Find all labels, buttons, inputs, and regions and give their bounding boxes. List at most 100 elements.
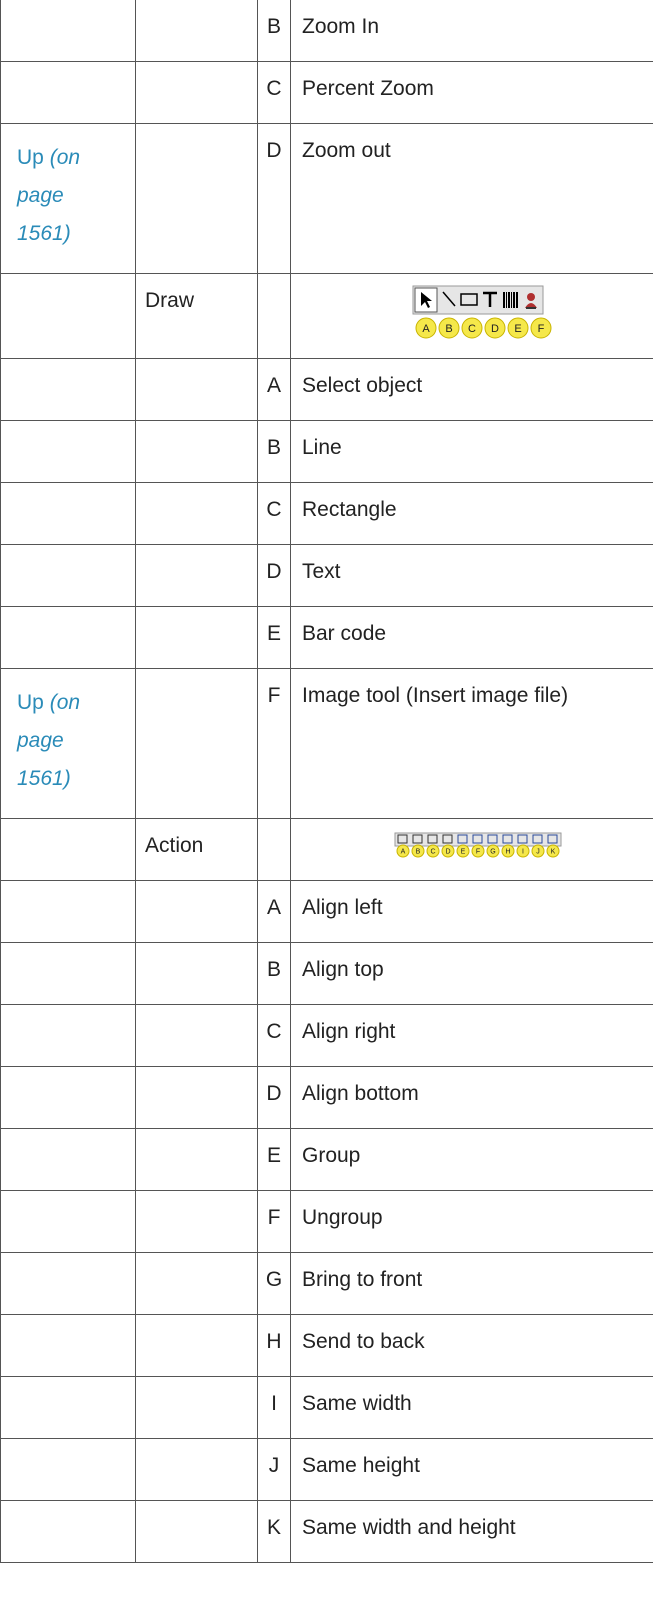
item-description: Image tool (Insert image file) [302, 684, 569, 707]
action-badges: A B C D E F G H I J K [396, 844, 559, 858]
col-section [136, 943, 258, 1004]
col-up [0, 545, 136, 606]
col-up [0, 1005, 136, 1066]
col-section [136, 1377, 258, 1438]
table-row: B Align top [0, 943, 653, 1005]
table-row: F Ungroup [0, 1191, 653, 1253]
table-row: K Same width and height [0, 1501, 653, 1563]
item-letter: C [258, 1005, 291, 1066]
table-row: B Zoom In [0, 0, 653, 62]
callout-badge-label: G [490, 849, 495, 856]
table-row: B Line [0, 421, 653, 483]
table-row: I Same width [0, 1377, 653, 1439]
callout-badge-label: A [400, 849, 405, 856]
col-up [0, 62, 136, 123]
up-link-ref-3[interactable]: 1561) [17, 767, 71, 790]
up-link-ref-2[interactable]: page [17, 184, 64, 207]
col-section [136, 669, 258, 818]
item-description: Line [302, 436, 342, 459]
col-up [0, 1067, 136, 1128]
up-link-ref-3[interactable]: 1561) [17, 222, 71, 245]
col-up [0, 274, 136, 358]
callout-badge-label: F [537, 323, 544, 335]
item-description: Text [302, 560, 341, 583]
item-description: Same height [302, 1454, 420, 1477]
item-description: Same width and height [302, 1516, 516, 1539]
col-section: Draw [136, 274, 258, 358]
up-link-ref-1[interactable]: (on [50, 146, 80, 169]
table-row: A Select object [0, 359, 653, 421]
item-description: Align top [302, 958, 384, 981]
callout-badge-label: H [505, 849, 510, 856]
item-letter: C [258, 483, 291, 544]
callout-badge-label: F [475, 849, 479, 856]
item-letter [258, 274, 291, 358]
action-toolbar-image: A B C D E F G H I J K [291, 819, 653, 880]
item-letter: D [258, 545, 291, 606]
draw-toolbar-graphic: A B C D E F [412, 285, 551, 339]
col-up: Up (on page 1561) [0, 669, 136, 818]
callout-badge-label: B [445, 323, 452, 335]
up-link[interactable]: Up (on page 1561) [17, 139, 80, 253]
up-link[interactable]: Up (on page 1561) [17, 684, 80, 798]
item-letter: F [258, 1191, 291, 1252]
callout-badge-label: D [445, 849, 450, 856]
col-section [136, 1067, 258, 1128]
col-up [0, 1129, 136, 1190]
col-section [136, 483, 258, 544]
callout-badge-label: I [522, 849, 524, 856]
col-section [136, 1191, 258, 1252]
item-description: Zoom out [302, 139, 391, 162]
table-row: E Group [0, 1129, 653, 1191]
table-row: G Bring to front [0, 1253, 653, 1315]
col-section [136, 1005, 258, 1066]
item-description: Send to back [302, 1330, 425, 1353]
item-description: Align right [302, 1020, 396, 1043]
col-section [136, 421, 258, 482]
col-section [136, 545, 258, 606]
col-up [0, 1191, 136, 1252]
table-row: Up (on page 1561) D Zoom out [0, 124, 653, 274]
col-up: Up (on page 1561) [0, 124, 136, 273]
table-row: A Align left [0, 881, 653, 943]
item-description: Group [302, 1144, 361, 1167]
up-link-ref-2[interactable]: page [17, 729, 64, 752]
item-letter: B [258, 0, 291, 61]
up-link-word[interactable]: Up [17, 691, 44, 714]
up-link-word[interactable]: Up [17, 146, 44, 169]
item-description: Zoom In [302, 15, 380, 38]
up-link-ref-1[interactable]: (on [50, 691, 80, 714]
col-up [0, 1501, 136, 1562]
col-up [0, 1253, 136, 1314]
item-description: Align bottom [302, 1082, 419, 1105]
col-section: Action [136, 819, 258, 880]
table-row: Action A B C D E F G H I J K [0, 819, 653, 881]
col-up [0, 421, 136, 482]
table-row: H Send to back [0, 1315, 653, 1377]
item-description: Select object [302, 374, 423, 397]
callout-badge-label: E [460, 849, 465, 856]
item-letter: B [258, 943, 291, 1004]
col-up [0, 359, 136, 420]
callout-badge-label: K [550, 849, 555, 856]
callout-badge-label: C [430, 849, 435, 856]
col-up [0, 607, 136, 668]
table-row: Draw A B C D E F [0, 274, 653, 359]
callout-badge-label: J [536, 849, 540, 856]
callout-badge-label: B [415, 849, 420, 856]
item-letter [258, 819, 291, 880]
callout-badge-label: C [468, 323, 476, 335]
col-up [0, 881, 136, 942]
col-up [0, 1439, 136, 1500]
item-letter: A [258, 881, 291, 942]
col-up [0, 819, 136, 880]
col-section [136, 62, 258, 123]
col-up [0, 0, 136, 61]
item-description: Same width [302, 1392, 412, 1415]
col-section [136, 1501, 258, 1562]
col-up [0, 483, 136, 544]
item-description: Bar code [302, 622, 387, 645]
callout-badge-label: A [422, 323, 430, 335]
section-title-action: Action [145, 834, 204, 857]
item-description: Align left [302, 896, 383, 919]
